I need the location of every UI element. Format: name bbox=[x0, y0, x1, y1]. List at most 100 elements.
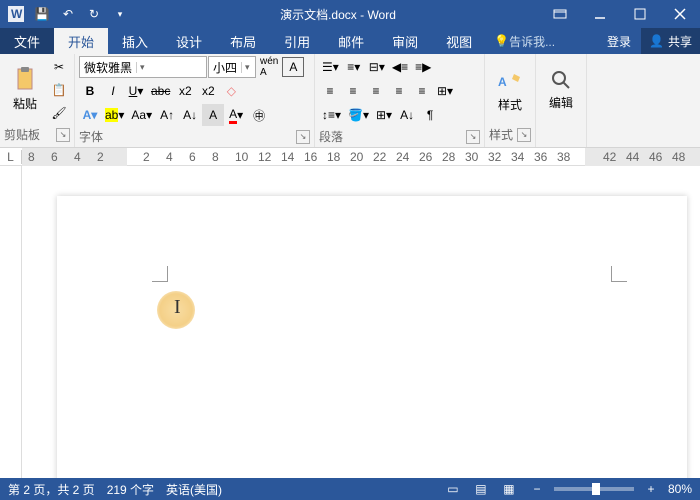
editing-label bbox=[540, 141, 582, 145]
ruler-tick: 4 bbox=[166, 150, 173, 164]
undo-icon[interactable]: ↶ bbox=[56, 2, 80, 26]
web-layout-icon[interactable]: ▦ bbox=[498, 480, 520, 498]
clipboard-dialog-icon[interactable]: ↘ bbox=[56, 128, 70, 142]
print-layout-icon[interactable]: ▤ bbox=[470, 480, 492, 498]
redo-icon[interactable]: ↻ bbox=[82, 2, 106, 26]
group-editing: 编辑 bbox=[536, 54, 587, 147]
ruler-tick: 6 bbox=[51, 150, 58, 164]
vertical-ruler[interactable] bbox=[0, 166, 22, 478]
share-button[interactable]: 👤共享 bbox=[641, 28, 700, 54]
cut-icon[interactable]: ✂ bbox=[48, 56, 70, 78]
sort-icon[interactable]: A↓ bbox=[396, 104, 418, 126]
copy-icon[interactable]: 📋 bbox=[48, 79, 70, 101]
shrink-font-icon[interactable]: A↓ bbox=[179, 104, 201, 126]
tab-mailings[interactable]: 邮件 bbox=[324, 28, 378, 54]
paragraph-dialog-icon[interactable]: ↘ bbox=[466, 130, 480, 144]
highlight-icon[interactable]: ab▾ bbox=[102, 104, 127, 126]
multilevel-icon[interactable]: ⊟▾ bbox=[366, 56, 388, 78]
ruler-tick: 22 bbox=[373, 150, 386, 164]
tell-me-search[interactable]: 💡 告诉我... bbox=[486, 28, 597, 54]
shading-icon[interactable]: 🪣▾ bbox=[345, 104, 372, 126]
svg-text:A: A bbox=[498, 75, 507, 89]
ruler-tick: 8 bbox=[28, 150, 35, 164]
page-area[interactable]: I bbox=[22, 166, 700, 478]
font-size-combo[interactable]: 小四▾ bbox=[208, 56, 256, 78]
superscript-button[interactable]: x2 bbox=[197, 80, 219, 102]
ruler-tick: 6 bbox=[189, 150, 196, 164]
font-family-combo[interactable]: 微软雅黑▾ bbox=[79, 56, 207, 78]
decrease-indent-icon[interactable]: ◀≡ bbox=[389, 56, 411, 78]
document-title: 演示文档.docx - Word bbox=[136, 6, 540, 23]
text-effects-icon[interactable]: A▾ bbox=[79, 104, 101, 126]
underline-button[interactable]: U▾ bbox=[125, 80, 147, 102]
zoom-level[interactable]: 80% bbox=[668, 482, 692, 496]
clear-format-icon[interactable]: ◇ bbox=[220, 80, 242, 102]
align-center-icon[interactable]: ≡ bbox=[342, 80, 364, 102]
ribbon: 粘贴 ✂ 📋 🖌 剪贴板↘ 微软雅黑▾ 小四▾ wénA A B I U▾ ab… bbox=[0, 54, 700, 148]
justify-icon[interactable]: ≡ bbox=[388, 80, 410, 102]
ruler-tick: 16 bbox=[304, 150, 317, 164]
borders-icon[interactable]: ⊞▾ bbox=[373, 104, 395, 126]
bold-button[interactable]: B bbox=[79, 80, 101, 102]
tab-layout[interactable]: 布局 bbox=[216, 28, 270, 54]
tab-design[interactable]: 设计 bbox=[162, 28, 216, 54]
qat-dropdown-icon[interactable]: ▾ bbox=[108, 2, 132, 26]
italic-button[interactable]: I bbox=[102, 80, 124, 102]
show-marks-icon[interactable]: ¶ bbox=[419, 104, 441, 126]
language-indicator[interactable]: 英语(美国) bbox=[166, 481, 222, 498]
increase-indent-icon[interactable]: ≡▶ bbox=[412, 56, 434, 78]
align-left-icon[interactable]: ≡ bbox=[319, 80, 341, 102]
ruler-tab-selector[interactable]: L bbox=[0, 150, 22, 164]
subscript-button[interactable]: x2 bbox=[174, 80, 196, 102]
quick-access-toolbar: W 💾 ↶ ↻ ▾ bbox=[0, 2, 136, 26]
ruler-tick: 32 bbox=[488, 150, 501, 164]
font-dialog-icon[interactable]: ↘ bbox=[296, 130, 310, 144]
page[interactable]: I bbox=[57, 196, 687, 478]
char-border-icon[interactable]: A bbox=[282, 57, 304, 77]
styles-button[interactable]: A样式 bbox=[489, 56, 531, 122]
align-right-icon[interactable]: ≡ bbox=[365, 80, 387, 102]
char-shading-icon[interactable]: A bbox=[202, 104, 224, 126]
zoom-in-icon[interactable]: + bbox=[640, 480, 662, 498]
ruler-tick: 10 bbox=[235, 150, 248, 164]
ribbon-options-icon[interactable] bbox=[540, 0, 580, 28]
grow-font-icon[interactable]: A↑ bbox=[156, 104, 178, 126]
tab-insert[interactable]: 插入 bbox=[108, 28, 162, 54]
change-case-icon[interactable]: Aa▾ bbox=[128, 104, 155, 126]
line-spacing-icon[interactable]: ↕≡▾ bbox=[319, 104, 344, 126]
zoom-slider[interactable] bbox=[554, 487, 634, 491]
ruler-tick: 26 bbox=[419, 150, 432, 164]
svg-text:W: W bbox=[11, 7, 23, 21]
phonetic-guide-icon[interactable]: wénA bbox=[257, 56, 281, 78]
font-label: 字体 bbox=[79, 128, 103, 145]
horizontal-ruler[interactable]: L 86422468101214161820222426283032343638… bbox=[0, 148, 700, 166]
enclose-char-icon[interactable]: ㊥ bbox=[248, 104, 270, 126]
ruler-tick: 14 bbox=[281, 150, 294, 164]
margin-corner-tl bbox=[152, 266, 168, 282]
editing-button[interactable]: 编辑 bbox=[540, 56, 582, 122]
close-button[interactable] bbox=[660, 0, 700, 28]
tab-references[interactable]: 引用 bbox=[270, 28, 324, 54]
strikethrough-button[interactable]: abc bbox=[148, 80, 173, 102]
styles-dialog-icon[interactable]: ↘ bbox=[517, 128, 531, 142]
maximize-button[interactable] bbox=[620, 0, 660, 28]
save-icon[interactable]: 💾 bbox=[30, 2, 54, 26]
word-icon[interactable]: W bbox=[4, 2, 28, 26]
page-indicator[interactable]: 第 2 页，共 2 页 bbox=[8, 481, 95, 498]
bullets-icon[interactable]: ☰▾ bbox=[319, 56, 342, 78]
distribute-icon[interactable]: ≡ bbox=[411, 80, 433, 102]
tab-review[interactable]: 审阅 bbox=[378, 28, 432, 54]
format-painter-icon[interactable]: 🖌 bbox=[48, 102, 70, 124]
zoom-out-icon[interactable]: − bbox=[526, 480, 548, 498]
snap-grid-icon[interactable]: ⊞▾ bbox=[434, 80, 456, 102]
tab-view[interactable]: 视图 bbox=[432, 28, 486, 54]
login-button[interactable]: 登录 bbox=[597, 28, 641, 54]
font-color-icon[interactable]: A▾ bbox=[225, 104, 247, 126]
minimize-button[interactable] bbox=[580, 0, 620, 28]
word-count[interactable]: 219 个字 bbox=[107, 481, 154, 498]
tab-file[interactable]: 文件 bbox=[0, 28, 54, 54]
read-mode-icon[interactable]: ▭ bbox=[442, 480, 464, 498]
paste-button[interactable]: 粘贴 bbox=[4, 56, 46, 122]
tab-home[interactable]: 开始 bbox=[54, 28, 108, 54]
numbering-icon[interactable]: ≡▾ bbox=[343, 56, 365, 78]
